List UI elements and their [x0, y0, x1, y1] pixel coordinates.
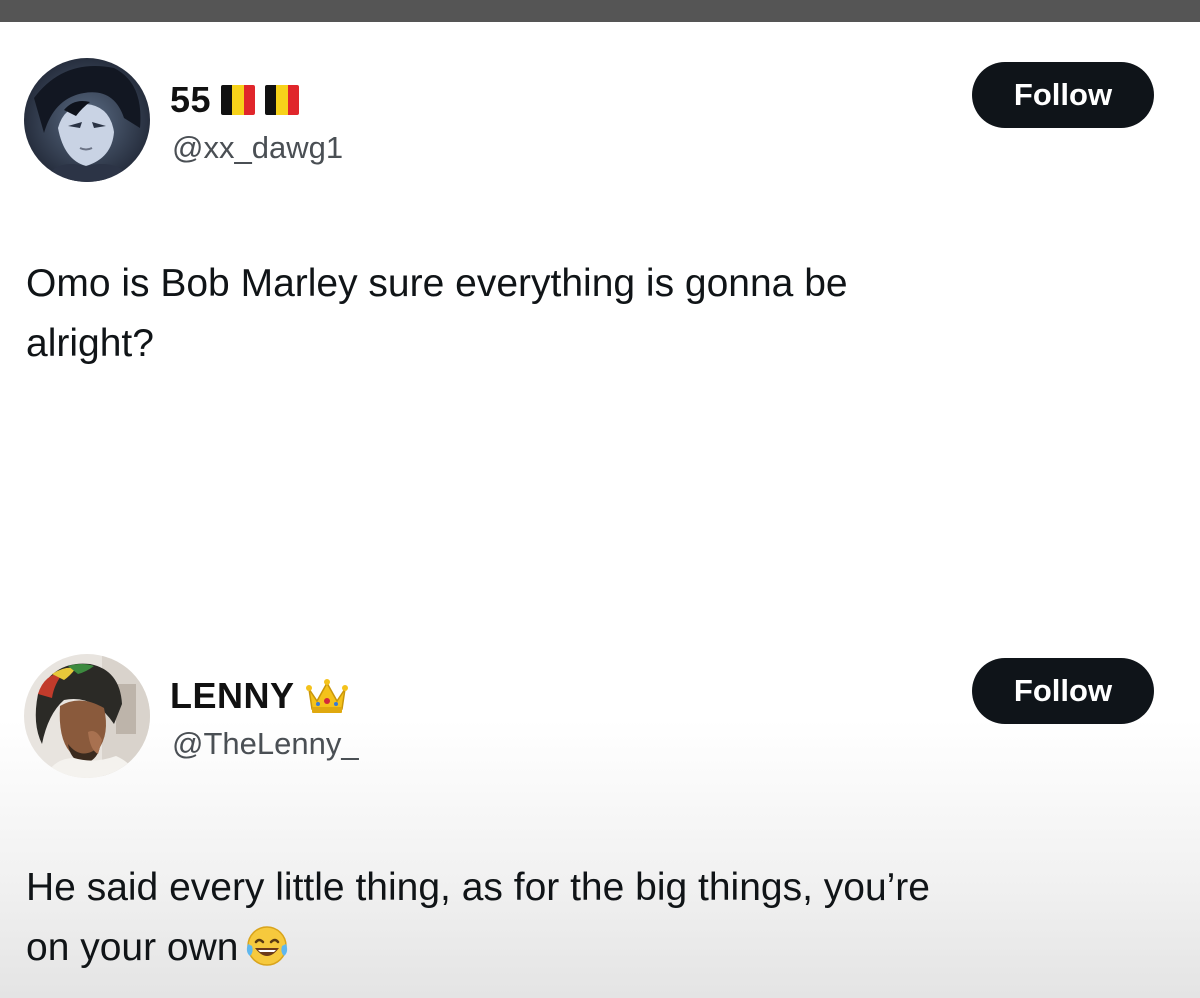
name-row: LENNY: [170, 674, 349, 718]
belgium-flag-icon: [265, 85, 300, 115]
display-name[interactable]: LENNY: [170, 675, 295, 717]
tweet-text-line-with-emoji: on your own: [26, 918, 1156, 978]
display-name[interactable]: 55: [170, 79, 211, 121]
follow-button[interactable]: Follow: [972, 62, 1154, 128]
tweet-text-line: Omo is Bob Marley sure everything is gon…: [26, 262, 848, 305]
crown-icon: [305, 677, 349, 715]
follow-button[interactable]: Follow: [972, 658, 1154, 724]
name-row: 55: [170, 78, 300, 122]
user-handle[interactable]: @xx_dawg1: [172, 130, 343, 166]
tweet-text-line: on your own: [26, 926, 239, 969]
belgium-flag-icon: [221, 85, 256, 115]
screenshot-page: 55 @xx_dawg1 Follow Omo is Bob Marley su…: [0, 0, 1200, 998]
tweet-text: He said every little thing, as for the b…: [26, 858, 1156, 978]
tweet-text: Omo is Bob Marley sure everything is gon…: [26, 254, 1156, 374]
user-handle[interactable]: @TheLenny_: [172, 726, 359, 762]
tears-of-joy-emoji-icon: [244, 924, 290, 968]
avatar[interactable]: [24, 58, 150, 182]
top-bar: [0, 0, 1200, 22]
anime-character-avatar: [24, 58, 150, 182]
avatar[interactable]: [24, 654, 150, 778]
tweet-text-line: He said every little thing, as for the b…: [26, 866, 930, 909]
photo-avatar: [24, 654, 150, 778]
tweet-text-line: alright?: [26, 322, 154, 365]
